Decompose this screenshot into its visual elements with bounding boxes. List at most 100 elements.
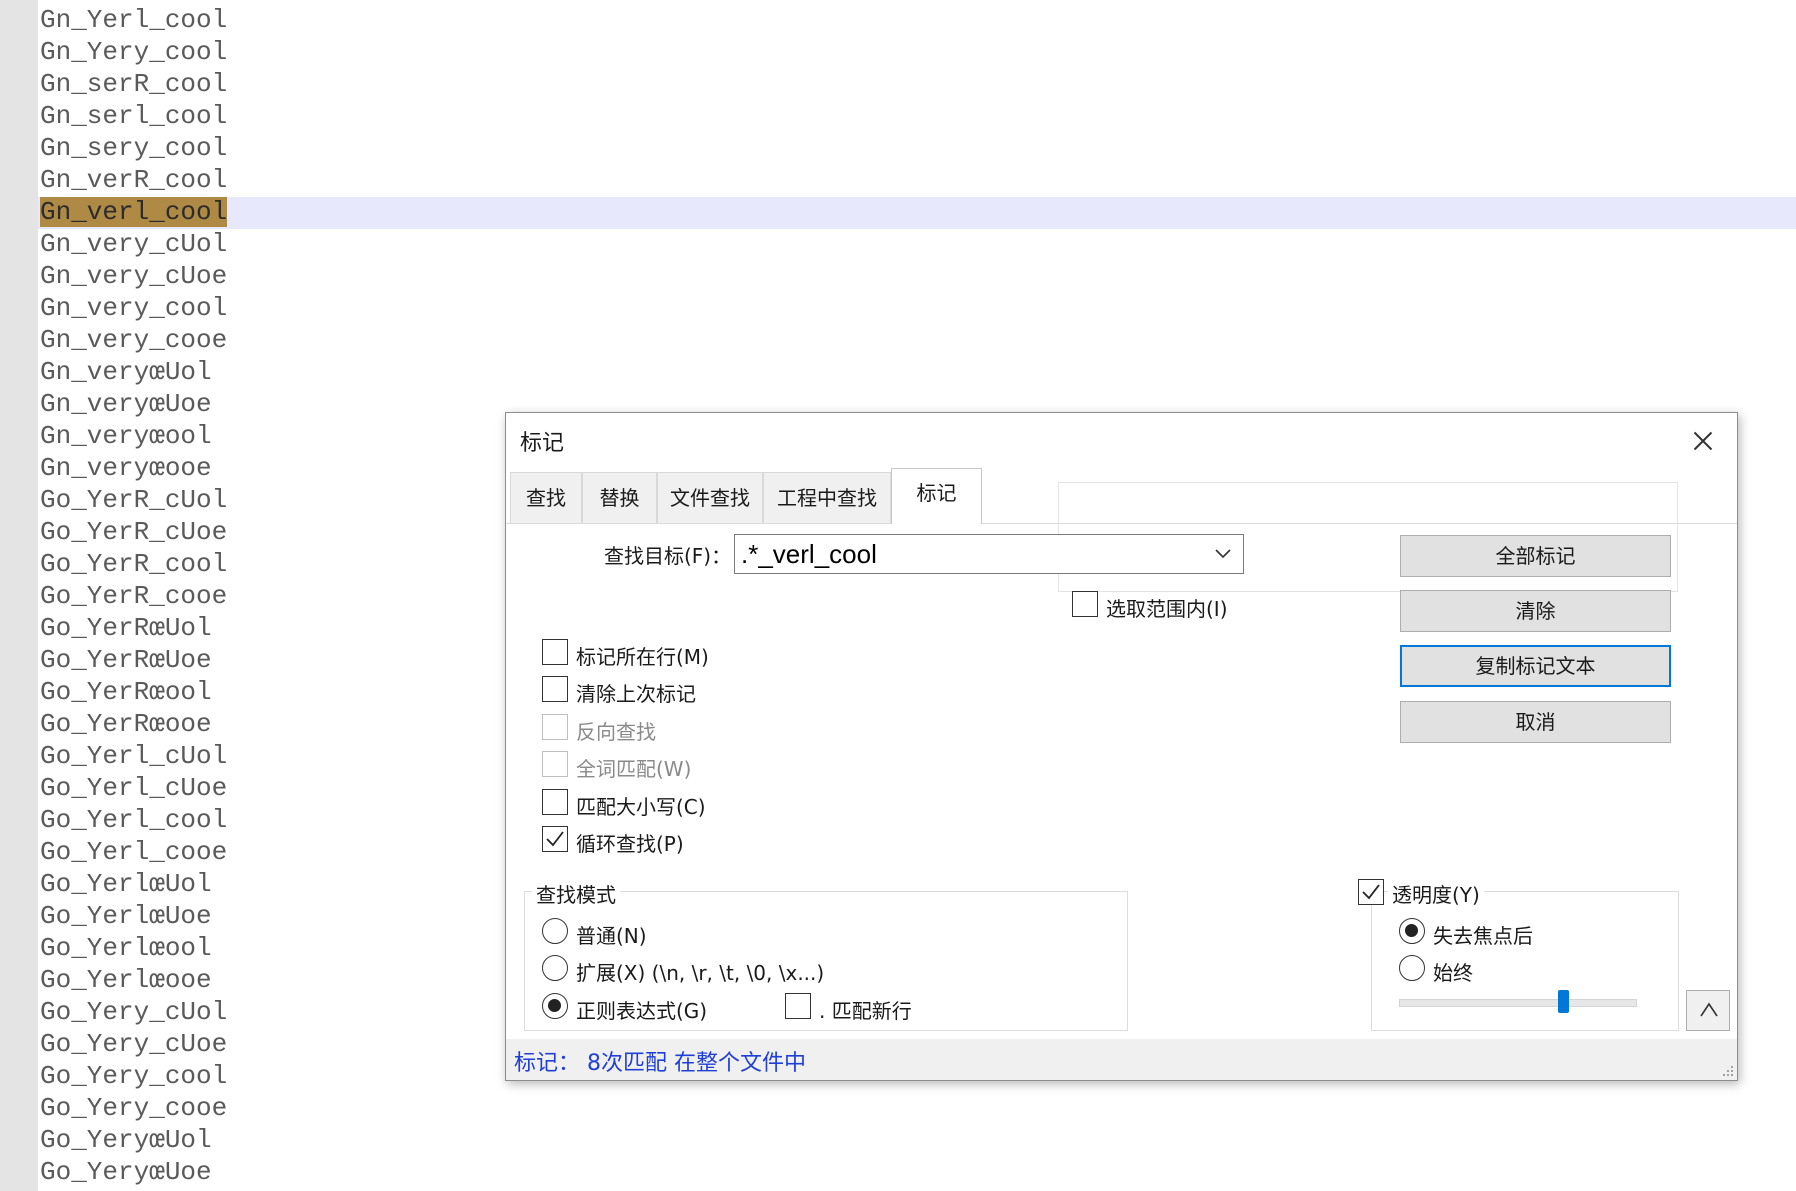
status-message: 标记： 8次匹配 在整个文件中 (514, 1051, 806, 1076)
editor-line: Gn_veryœUol (38, 356, 227, 388)
clear-button[interactable]: 清除 (1400, 590, 1671, 632)
editor-line-text: Go_Yerl_cUol (40, 741, 228, 771)
editor-line-text: Gn_sery_cool (40, 133, 228, 163)
editor-line-text: Go_YerlœUol (40, 869, 212, 899)
cancel-button[interactable]: 取消 (1400, 701, 1671, 743)
editor-line-text: Gn_veryœUol (40, 357, 212, 387)
tab-find-in-projects[interactable]: 工程中查找 (763, 472, 891, 523)
bookmark-line-checkbox[interactable] (542, 639, 568, 665)
editor-line: Gn_Yery_cool (38, 36, 227, 68)
editor-line: Go_Yerlœool (38, 932, 227, 964)
editor-line-text: Gn_Yery_cool (40, 37, 228, 67)
tab-find[interactable]: 查找 (510, 472, 582, 523)
marked-match-text: Gn_verl_cool (40, 197, 228, 227)
wrap-around-checkbox[interactable] (542, 826, 568, 852)
status-bar: 标记： 8次匹配 在整个文件中 (506, 1039, 1737, 1080)
dialog-titlebar[interactable]: 标记 (506, 413, 1737, 467)
editor-line: Gn_very_cUoe (38, 260, 227, 292)
checkmark-icon (1362, 884, 1380, 900)
editor-line: Go_YerRœUoe (38, 644, 227, 676)
editor-line: Go_YerR_cooe (38, 580, 227, 612)
editor-line-text: Go_YerR_cUol (40, 485, 228, 515)
purge-marks-checkbox[interactable] (542, 676, 568, 702)
editor-line: Go_YerR_cUol (38, 484, 227, 516)
editor-lines: Gn_Yerl_cool Gn_Yery_cool Gn_serR_cool Gn_s… (38, 4, 228, 1188)
copy-marked-text-button[interactable]: 复制标记文本 (1400, 645, 1671, 687)
editor-line-text: Go_Yery_cUol (40, 997, 228, 1027)
resize-grip-icon[interactable] (1721, 1064, 1735, 1078)
always-radio[interactable] (1399, 955, 1425, 981)
close-icon[interactable] (1679, 423, 1725, 459)
editor-line: Go_YerRœool (38, 676, 227, 708)
normal-mode-label: 普通(N) (576, 924, 647, 948)
editor-line: Go_YerlœUoe (38, 900, 227, 932)
editor-line: Gn_sery_cool (38, 132, 227, 164)
editor-line-text: Go_YerR_cUoe (40, 517, 228, 547)
dot-matches-newline-checkbox[interactable] (785, 993, 811, 1019)
editor-line-text: Go_Yery_cUoe (40, 1029, 228, 1059)
on-lose-focus-radio[interactable] (1399, 918, 1425, 944)
editor-line-text: Gn_Yerl_cool (40, 5, 228, 35)
editor-line: Go_Yery_cool (38, 1060, 227, 1092)
chevron-down-icon[interactable] (1213, 543, 1233, 563)
regex-mode-radio[interactable] (542, 993, 568, 1019)
tab-mark[interactable]: 标记 (891, 468, 982, 524)
backward-checkbox (542, 714, 568, 740)
editor-line: Gn_very_cooe (38, 324, 227, 356)
editor-line-text: Go_YerRœUoe (40, 645, 212, 675)
editor-line: Gn_verl_cool (38, 196, 228, 228)
find-what-label: 查找目标(F)： (604, 544, 732, 568)
wrap-around-label: 循环查找(P) (576, 832, 684, 856)
editor-line-text: Go_YerR_cool (40, 549, 228, 579)
whole-word-checkbox (542, 751, 568, 777)
editor-line-text: Go_Yery_cooe (40, 1093, 228, 1123)
in-selection-checkbox[interactable] (1072, 591, 1098, 617)
editor-line-text: Gn_serl_cool (40, 101, 228, 131)
transparency-slider-track[interactable] (1399, 999, 1637, 1007)
editor-line-text: Go_Yerl_cool (40, 805, 228, 835)
tab-find-in-files[interactable]: 文件查找 (657, 472, 763, 523)
transparency-slider-thumb[interactable] (1558, 990, 1570, 1013)
editor-line-text: Gn_veryœooe (40, 453, 212, 483)
extended-mode-radio[interactable] (542, 955, 568, 981)
transparency-checkbox[interactable] (1358, 879, 1384, 905)
editor-line-text: Go_YeryœUol (40, 1125, 212, 1155)
regex-mode-label: 正则表达式(G) (576, 999, 708, 1023)
tab-replace[interactable]: 替换 (582, 472, 657, 523)
collapse-button[interactable] (1686, 990, 1730, 1031)
find-what-combobox[interactable]: .*_verl_cool (734, 534, 1244, 574)
editor-line: Go_Yerl_cooe (38, 836, 227, 868)
editor-line: Go_Yerl_cool (38, 804, 227, 836)
match-case-label: 匹配大小写(C) (576, 795, 706, 819)
editor-line: Go_Yerlœooe (38, 964, 227, 996)
editor-line-text: Gn_serR_cool (40, 69, 228, 99)
transparency-title: 透明度(Y) (1388, 879, 1484, 908)
editor-line-text: Gn_veryœool (40, 421, 212, 451)
match-case-checkbox[interactable] (542, 789, 568, 815)
editor-line: Go_YerRœooe (38, 708, 227, 740)
in-selection-label: 选取范围内(I) (1106, 597, 1228, 621)
editor-line: Gn_Yerl_cool (38, 4, 227, 36)
editor-line: Gn_veryœooe (38, 452, 227, 484)
search-mode-title: 查找模式 (532, 879, 620, 908)
editor-line: Go_Yerl_cUoe (38, 772, 227, 804)
editor-line-text: Gn_veryœUoe (40, 389, 212, 419)
always-label: 始终 (1433, 961, 1473, 985)
editor-line: Gn_serl_cool (38, 100, 227, 132)
editor-line: Go_YerRœUol (38, 612, 227, 644)
dialog-title: 标记 (520, 431, 565, 456)
editor-line-text: Go_YeryœUoe (40, 1157, 212, 1187)
editor-line-text: Go_Yery_cool (40, 1061, 228, 1091)
editor-line: Gn_verR_cool (38, 164, 227, 196)
editor-line: Go_Yery_cUol (38, 996, 227, 1028)
editor-line: Go_YerR_cUoe (38, 516, 227, 548)
mark-all-button[interactable]: 全部标记 (1400, 535, 1671, 577)
editor-line: Go_YerlœUol (38, 868, 227, 900)
editor-line-text: Go_YerlœUoe (40, 901, 212, 931)
editor-line-text: Go_YerRœool (40, 677, 212, 707)
on-lose-focus-label: 失去焦点后 (1433, 924, 1533, 948)
editor-line-text: Gn_very_cool (40, 293, 228, 323)
editor-line: Go_Yerl_cUol (38, 740, 227, 772)
normal-mode-radio[interactable] (542, 918, 568, 944)
editor-line: Go_YeryœUoe (38, 1156, 227, 1188)
